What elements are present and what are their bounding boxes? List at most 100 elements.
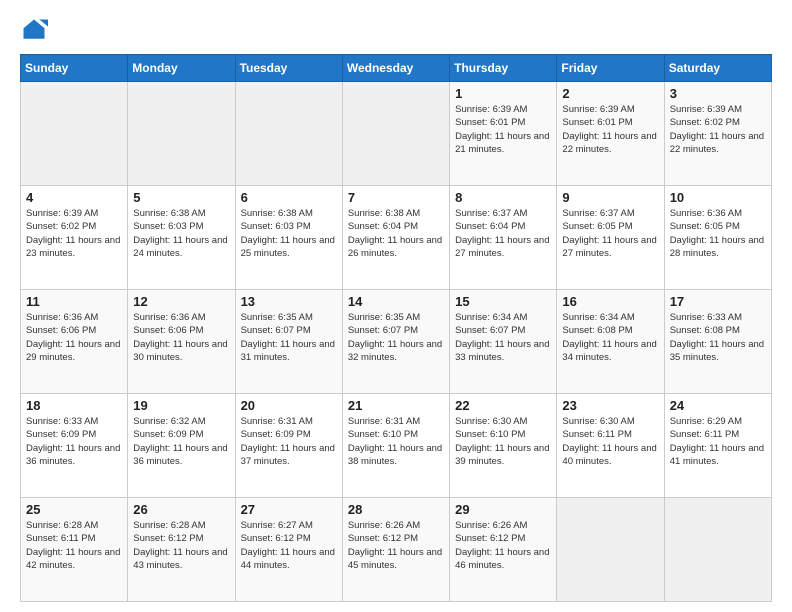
day-cell: 19 Sunrise: 6:32 AMSunset: 6:09 PMDayligh… [128,394,235,498]
day-cell: 9Sunrise: 6:37 AMSunset: 6:05 PMDaylight… [557,186,664,290]
day-number: 1 [455,86,551,101]
day-number: 23 [562,398,658,413]
weekday-header-monday: Monday [128,55,235,82]
day-number: 24 [670,398,766,413]
day-info: Sunrise: 6:37 AMSunset: 6:04 PMDaylight:… [455,207,551,260]
day-info: Sunrise: 6:26 AMSunset: 6:12 PMDaylight:… [348,519,444,572]
day-cell: 14Sunrise: 6:35 AMSunset: 6:07 PMDayligh… [342,290,449,394]
day-info: Sunrise: 6:36 AMSunset: 6:06 PMDaylight:… [133,311,229,364]
day-number: 8 [455,190,551,205]
day-info: Sunrise: 6:28 AMSunset: 6:11 PMDaylight:… [26,519,122,572]
day-info: Sunrise: 6:38 AMSunset: 6:03 PMDaylight:… [241,207,337,260]
top-header [20,16,772,44]
day-number: 16 [562,294,658,309]
day-number: 17 [670,294,766,309]
day-cell: 6 Sunrise: 6:38 AMSunset: 6:03 PMDaylight… [235,186,342,290]
week-row-4: 18 Sunrise: 6:33 AMSunset: 6:09 PMDayligh… [21,394,772,498]
weekday-header-row: SundayMondayTuesdayWednesdayThursdayFrid… [21,55,772,82]
day-number: 15 [455,294,551,309]
week-row-3: 11 Sunrise: 6:36 AMSunset: 6:06 PMDayligh… [21,290,772,394]
day-number: 11 [26,294,122,309]
day-info: Sunrise: 6:35 AMSunset: 6:07 PMDaylight:… [241,311,337,364]
day-cell: 22 Sunrise: 6:30 AMSunset: 6:10 PMDayligh… [450,394,557,498]
day-info: Sunrise: 6:39 AMSunset: 6:01 PMDaylight:… [562,103,658,156]
day-cell: 26 Sunrise: 6:28 AMSunset: 6:12 PMDayligh… [128,498,235,602]
weekday-header-sunday: Sunday [21,55,128,82]
day-number: 5 [133,190,229,205]
day-cell: 12 Sunrise: 6:36 AMSunset: 6:06 PMDayligh… [128,290,235,394]
day-info: Sunrise: 6:34 AMSunset: 6:08 PMDaylight:… [562,311,658,364]
day-number: 20 [241,398,337,413]
day-info: Sunrise: 6:33 AMSunset: 6:09 PMDaylight:… [26,415,122,468]
week-row-5: 25 Sunrise: 6:28 AMSunset: 6:11 PMDayligh… [21,498,772,602]
day-cell: 21 Sunrise: 6:31 AMSunset: 6:10 PMDayligh… [342,394,449,498]
day-cell: 20 Sunrise: 6:31 AMSunset: 6:09 PMDayligh… [235,394,342,498]
day-cell: 18 Sunrise: 6:33 AMSunset: 6:09 PMDayligh… [21,394,128,498]
day-info: Sunrise: 6:33 AMSunset: 6:08 PMDaylight:… [670,311,766,364]
day-cell: 2 Sunrise: 6:39 AMSunset: 6:01 PMDaylight… [557,82,664,186]
day-cell: 7 Sunrise: 6:38 AMSunset: 6:04 PMDaylight… [342,186,449,290]
day-number: 25 [26,502,122,517]
day-info: Sunrise: 6:28 AMSunset: 6:12 PMDaylight:… [133,519,229,572]
day-number: 9 [562,190,658,205]
day-number: 2 [562,86,658,101]
day-cell: 16 Sunrise: 6:34 AMSunset: 6:08 PMDayligh… [557,290,664,394]
day-number: 21 [348,398,444,413]
day-cell: 1 Sunrise: 6:39 AMSunset: 6:01 PMDaylight… [450,82,557,186]
day-cell: 23 Sunrise: 6:30 AMSunset: 6:11 PMDayligh… [557,394,664,498]
day-info: Sunrise: 6:31 AMSunset: 6:09 PMDaylight:… [241,415,337,468]
day-cell: 28 Sunrise: 6:26 AMSunset: 6:12 PMDayligh… [342,498,449,602]
day-number: 12 [133,294,229,309]
day-info: Sunrise: 6:39 AMSunset: 6:01 PMDaylight:… [455,103,551,156]
day-number: 14 [348,294,444,309]
day-info: Sunrise: 6:30 AMSunset: 6:10 PMDaylight:… [455,415,551,468]
day-number: 26 [133,502,229,517]
day-info: Sunrise: 6:31 AMSunset: 6:10 PMDaylight:… [348,415,444,468]
day-number: 10 [670,190,766,205]
day-cell [342,82,449,186]
day-number: 28 [348,502,444,517]
day-info: Sunrise: 6:39 AMSunset: 6:02 PMDaylight:… [670,103,766,156]
day-cell [21,82,128,186]
day-number: 27 [241,502,337,517]
day-cell [557,498,664,602]
weekday-header-friday: Friday [557,55,664,82]
day-info: Sunrise: 6:30 AMSunset: 6:11 PMDaylight:… [562,415,658,468]
day-number: 4 [26,190,122,205]
day-info: Sunrise: 6:29 AMSunset: 6:11 PMDaylight:… [670,415,766,468]
day-info: Sunrise: 6:38 AMSunset: 6:03 PMDaylight:… [133,207,229,260]
day-info: Sunrise: 6:36 AMSunset: 6:06 PMDaylight:… [26,311,122,364]
day-number: 6 [241,190,337,205]
day-cell [128,82,235,186]
day-cell: 17 Sunrise: 6:33 AMSunset: 6:08 PMDayligh… [664,290,771,394]
day-cell: 27 Sunrise: 6:27 AMSunset: 6:12 PMDayligh… [235,498,342,602]
day-cell: 4 Sunrise: 6:39 AMSunset: 6:02 PMDaylight… [21,186,128,290]
day-number: 18 [26,398,122,413]
day-cell: 25 Sunrise: 6:28 AMSunset: 6:11 PMDayligh… [21,498,128,602]
logo-icon [20,16,48,44]
day-cell: 10 Sunrise: 6:36 AMSunset: 6:05 PMDayligh… [664,186,771,290]
day-info: Sunrise: 6:32 AMSunset: 6:09 PMDaylight:… [133,415,229,468]
calendar-table: SundayMondayTuesdayWednesdayThursdayFrid… [20,54,772,602]
day-number: 19 [133,398,229,413]
day-info: Sunrise: 6:27 AMSunset: 6:12 PMDaylight:… [241,519,337,572]
weekday-header-tuesday: Tuesday [235,55,342,82]
day-info: Sunrise: 6:36 AMSunset: 6:05 PMDaylight:… [670,207,766,260]
day-info: Sunrise: 6:39 AMSunset: 6:02 PMDaylight:… [26,207,122,260]
day-cell: 8 Sunrise: 6:37 AMSunset: 6:04 PMDaylight… [450,186,557,290]
day-info: Sunrise: 6:38 AMSunset: 6:04 PMDaylight:… [348,207,444,260]
weekday-header-saturday: Saturday [664,55,771,82]
day-info: Sunrise: 6:34 AMSunset: 6:07 PMDaylight:… [455,311,551,364]
page: SundayMondayTuesdayWednesdayThursdayFrid… [0,0,792,612]
day-number: 3 [670,86,766,101]
day-cell: 3 Sunrise: 6:39 AMSunset: 6:02 PMDaylight… [664,82,771,186]
day-number: 13 [241,294,337,309]
week-row-2: 4 Sunrise: 6:39 AMSunset: 6:02 PMDaylight… [21,186,772,290]
day-number: 29 [455,502,551,517]
day-number: 22 [455,398,551,413]
weekday-header-wednesday: Wednesday [342,55,449,82]
day-cell: 5 Sunrise: 6:38 AMSunset: 6:03 PMDaylight… [128,186,235,290]
day-number: 7 [348,190,444,205]
day-cell: 29Sunrise: 6:26 AMSunset: 6:12 PMDayligh… [450,498,557,602]
day-cell: 15 Sunrise: 6:34 AMSunset: 6:07 PMDayligh… [450,290,557,394]
